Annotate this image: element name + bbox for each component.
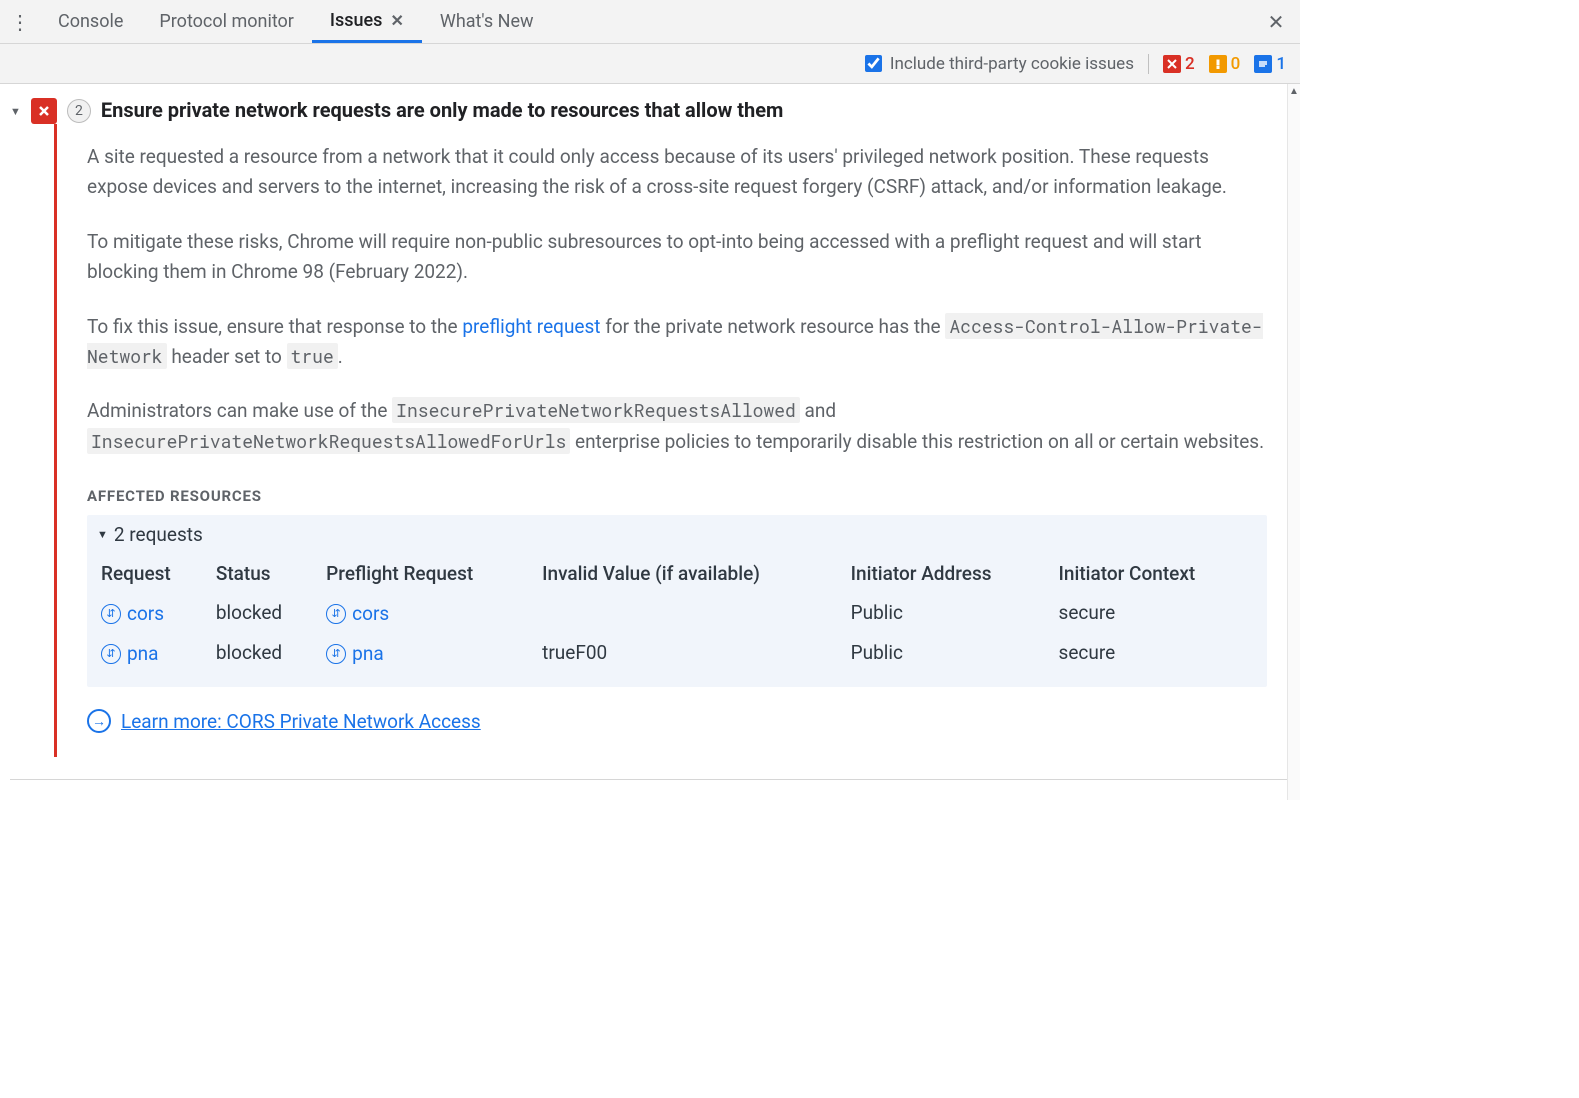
status-cell: blocked <box>212 593 322 633</box>
include-third-party-cookie-issues-checkbox[interactable] <box>865 55 882 72</box>
table-row: ⇵pna blocked ⇵pna trueF00 Public secure <box>97 633 1257 673</box>
invalid-value-cell: trueF00 <box>538 633 847 673</box>
tab-protocol-monitor[interactable]: Protocol monitor <box>141 0 312 43</box>
tab-issues[interactable]: Issues ✕ <box>312 0 422 43</box>
request-link[interactable]: ⇵cors <box>101 602 164 625</box>
requests-summary-label: 2 requests <box>114 523 203 546</box>
col-invalid-value: Invalid Value (if available) <box>538 556 847 593</box>
toolbar-divider <box>1148 54 1149 74</box>
initiator-address-cell: Public <box>847 593 1055 633</box>
initiator-address-cell: Public <box>847 633 1055 673</box>
status-cell: blocked <box>212 633 322 673</box>
network-icon: ⇵ <box>101 644 121 664</box>
chevron-down-icon: ▼ <box>97 528 108 541</box>
include-third-party-cookie-issues-toggle[interactable]: Include third-party cookie issues <box>865 54 1134 74</box>
tab-console[interactable]: Console <box>40 0 141 43</box>
devtools-tabbar: ⋮ Console Protocol monitor Issues ✕ What… <box>0 0 1300 44</box>
tab-whats-new[interactable]: What's New <box>422 0 552 43</box>
issue-count-badge: 2 <box>67 99 91 123</box>
affected-requests-group: ▼ 2 requests Request Status Preflight Re… <box>87 515 1267 687</box>
error-icon <box>1163 55 1181 73</box>
warning-icon <box>1209 55 1227 73</box>
arrow-right-circle-icon: → <box>87 709 111 733</box>
learn-more-row: → Learn more: CORS Private Network Acces… <box>87 709 1267 733</box>
issue-description-paragraph: Administrators can make use of the Insec… <box>87 396 1267 457</box>
col-request: Request <box>97 556 212 593</box>
issue-description-paragraph: To fix this issue, ensure that response … <box>87 312 1267 373</box>
initiator-context-cell: secure <box>1055 593 1257 633</box>
col-initiator-address: Initiator Address <box>847 556 1055 593</box>
policy-code: InsecurePrivateNetworkRequestsAllowed <box>392 397 800 423</box>
issues-toolbar: Include third-party cookie issues 2 0 1 <box>0 44 1300 84</box>
close-tab-icon[interactable]: ✕ <box>390 11 403 30</box>
more-tabs-menu-button[interactable]: ⋮ <box>0 10 40 34</box>
error-severity-icon <box>31 98 57 124</box>
issue-description-paragraph: To mitigate these risks, Chrome will req… <box>87 227 1267 288</box>
table-row: ⇵cors blocked ⇵cors Public secure <box>97 593 1257 633</box>
preflight-request-link[interactable]: ⇵pna <box>326 642 384 665</box>
info-issue-counter[interactable]: 1 <box>1254 54 1286 74</box>
issue-body: A site requested a resource from a netwo… <box>54 124 1287 757</box>
header-value-code: true <box>287 343 338 369</box>
error-issue-counter[interactable]: 2 <box>1163 54 1195 74</box>
preflight-request-link[interactable]: ⇵cors <box>326 602 389 625</box>
col-preflight: Preflight Request <box>322 556 538 593</box>
col-status: Status <box>212 556 322 593</box>
col-initiator-context: Initiator Context <box>1055 556 1257 593</box>
network-icon: ⇵ <box>101 604 121 624</box>
vertical-scrollbar[interactable]: ▲ <box>1287 84 1300 800</box>
warning-issue-counter[interactable]: 0 <box>1209 54 1241 74</box>
request-link[interactable]: ⇵pna <box>101 642 159 665</box>
issue-disclosure-triangle[interactable]: ▼ <box>10 105 21 118</box>
policy-code: InsecurePrivateNetworkRequestsAllowedFor… <box>87 428 570 454</box>
learn-more-link[interactable]: Learn more: CORS Private Network Access <box>121 710 481 733</box>
initiator-context-cell: secure <box>1055 633 1257 673</box>
network-icon: ⇵ <box>326 604 346 624</box>
invalid-value-cell <box>538 593 847 633</box>
issue-description-paragraph: A site requested a resource from a netwo… <box>87 142 1267 203</box>
close-panel-button[interactable]: ✕ <box>1258 0 1294 43</box>
network-icon: ⇵ <box>326 644 346 664</box>
bottom-divider <box>10 779 1287 780</box>
include-third-party-cookie-issues-label: Include third-party cookie issues <box>890 54 1134 74</box>
issue-title: Ensure private network requests are only… <box>101 98 784 122</box>
scroll-up-arrow-icon: ▲ <box>1288 86 1300 97</box>
requests-disclosure-row[interactable]: ▼ 2 requests <box>97 523 1257 546</box>
preflight-request-link[interactable]: preflight request <box>462 315 600 338</box>
affected-resources-label: AFFECTED RESOURCES <box>87 487 1267 505</box>
affected-requests-table: Request Status Preflight Request Invalid… <box>97 556 1257 673</box>
issue-item: ▼ 2 Ensure private network requests are … <box>10 98 1287 124</box>
info-icon <box>1254 55 1272 73</box>
